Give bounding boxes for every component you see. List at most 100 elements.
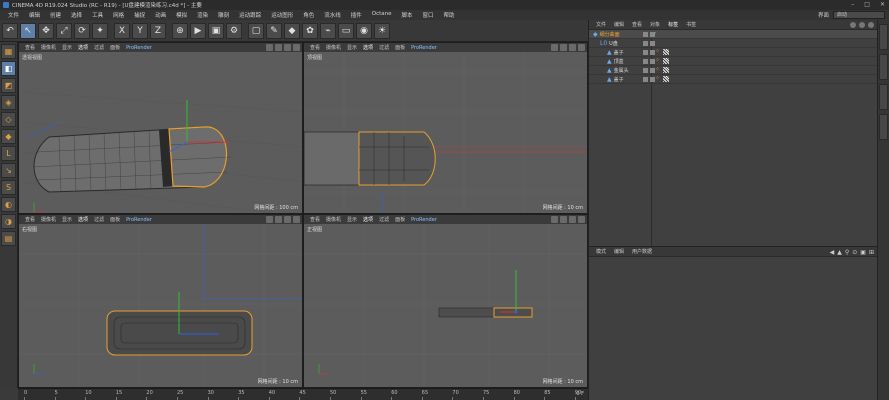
search-icon[interactable]: ⚲ bbox=[845, 249, 849, 256]
object-name[interactable]: 盖子 bbox=[614, 76, 624, 83]
menu-item[interactable]: 模拟 bbox=[171, 11, 192, 19]
back-arrow-icon[interactable]: ◀ bbox=[830, 249, 835, 256]
visibility-flags[interactable] bbox=[643, 67, 655, 73]
phong-tag-icon[interactable]: ⁘ bbox=[655, 49, 661, 55]
viewport-menu-item[interactable]: ProRender bbox=[408, 45, 440, 51]
viewport-menu-item[interactable]: 显示 bbox=[344, 44, 360, 51]
render-settings-icon[interactable]: ⚙ bbox=[226, 22, 242, 39]
viewport-menu-item[interactable]: 摄像机 bbox=[38, 44, 59, 51]
cube-icon[interactable]: ▢ bbox=[248, 22, 264, 39]
object-manager-menu-item[interactable]: 编辑 bbox=[610, 21, 628, 28]
object-manager-menu-item[interactable]: 对象 bbox=[646, 21, 664, 28]
editor-visibility-dot[interactable] bbox=[643, 31, 648, 37]
undo-icon[interactable]: ↶ bbox=[2, 22, 18, 39]
deformer-icon[interactable]: ⌁ bbox=[320, 22, 336, 39]
menu-item[interactable]: 渲染 bbox=[192, 11, 213, 19]
menu-item[interactable]: 网格 bbox=[108, 11, 129, 19]
select-arrow-icon[interactable]: ↖ bbox=[20, 22, 36, 39]
grid-icon[interactable]: ▤ bbox=[1, 231, 16, 246]
render-visibility-dot[interactable] bbox=[650, 40, 655, 46]
object-manager-menu-item[interactable]: 文件 bbox=[592, 21, 610, 28]
viewport-menu-item[interactable]: 查看 bbox=[307, 216, 323, 223]
material-tag-icon[interactable] bbox=[663, 76, 669, 82]
object-row[interactable]: L0 U盘 bbox=[589, 39, 877, 48]
menu-item[interactable]: 流水线 bbox=[319, 11, 346, 19]
usb-body-top[interactable] bbox=[304, 131, 360, 186]
scale-icon[interactable]: ⤢ bbox=[56, 22, 72, 39]
menu-item[interactable]: 脚本 bbox=[397, 11, 418, 19]
object-row[interactable]: ◆ 细分曲面 ✓ bbox=[589, 30, 877, 39]
object-name[interactable]: 金属头 bbox=[614, 67, 629, 74]
viewport-menu-item[interactable]: 过滤 bbox=[376, 216, 392, 223]
viewport-right[interactable]: 查看 摄像机 显示 选项 过滤 面板 ProRender 右视图 网格间距 : 10 cm bbox=[18, 214, 303, 388]
usb-body-mesh[interactable] bbox=[33, 126, 227, 193]
model-mode-icon[interactable]: ◧ bbox=[1, 61, 16, 76]
maximize-button[interactable]: □ bbox=[864, 1, 870, 8]
maximize-view-icon[interactable] bbox=[293, 44, 300, 51]
object-name[interactable]: U盘 bbox=[609, 40, 618, 47]
visibility-flags[interactable] bbox=[643, 58, 655, 64]
viewport-menu-item[interactable]: ProRender bbox=[408, 217, 440, 223]
object-manager-menu-item[interactable]: 书签 bbox=[682, 21, 700, 28]
viewport-menu-item[interactable]: 选项 bbox=[360, 44, 376, 51]
polygons-mode-icon[interactable]: ◆ bbox=[1, 129, 16, 144]
enabled-check-icon[interactable]: ✓ bbox=[653, 31, 657, 37]
pan-icon[interactable] bbox=[551, 216, 558, 223]
maximize-view-icon[interactable] bbox=[293, 216, 300, 223]
axis-mode-icon[interactable]: L bbox=[1, 146, 16, 161]
minimize-button[interactable]: – bbox=[851, 1, 854, 8]
pan-icon[interactable] bbox=[266, 216, 273, 223]
editor-visibility-dot[interactable] bbox=[643, 49, 648, 55]
viewport-menu-item[interactable]: 查看 bbox=[22, 216, 38, 223]
object-name[interactable]: 细分曲面 bbox=[600, 31, 620, 38]
viewport-menu-item[interactable]: 面板 bbox=[392, 44, 408, 51]
viewport-menu-item[interactable]: ProRender bbox=[123, 217, 155, 223]
lock-icon[interactable]: ⊙ bbox=[852, 249, 857, 256]
viewport-menu-item[interactable]: 摄像机 bbox=[323, 216, 344, 223]
render-picture-viewer-icon[interactable]: ▣ bbox=[208, 22, 224, 39]
usb-body-front[interactable] bbox=[438, 307, 498, 318]
new-window-icon[interactable]: ▣ bbox=[860, 249, 866, 256]
editor-visibility-dot[interactable] bbox=[643, 58, 648, 64]
viewport-menu-item[interactable]: 过滤 bbox=[91, 216, 107, 223]
viewport-menu-item[interactable]: 选项 bbox=[75, 44, 91, 51]
menu-item[interactable]: 帮助 bbox=[439, 11, 460, 19]
solo-icon[interactable]: ◐ bbox=[1, 197, 16, 212]
viewport-menu-item[interactable]: 显示 bbox=[344, 216, 360, 223]
zoom-icon[interactable] bbox=[275, 44, 282, 51]
object-row[interactable]: ▲ 金属头 ⁘ bbox=[589, 66, 877, 75]
menu-item[interactable]: 编辑 bbox=[24, 11, 45, 19]
visibility-flags[interactable] bbox=[643, 40, 655, 46]
material-tag-icon[interactable] bbox=[663, 67, 669, 73]
viewport-menu-item[interactable]: 选项 bbox=[360, 216, 376, 223]
viewport-menu-item[interactable]: ProRender bbox=[123, 45, 155, 51]
menu-item[interactable]: 运动跟踪 bbox=[234, 11, 266, 19]
rotate-view-icon[interactable] bbox=[284, 44, 291, 51]
up-arrow-icon[interactable]: ▲ bbox=[837, 249, 842, 256]
menu-item[interactable]: 捕捉 bbox=[129, 11, 150, 19]
tab-content-browser[interactable] bbox=[879, 54, 888, 80]
points-mode-icon[interactable]: ◈ bbox=[1, 95, 16, 110]
phong-tag-icon[interactable]: ⁘ bbox=[655, 76, 661, 82]
object-manager-menu-item[interactable]: 标签 bbox=[664, 21, 682, 28]
menu-item[interactable]: 文件 bbox=[3, 11, 24, 19]
new-window-icon[interactable] bbox=[868, 22, 874, 28]
attribute-menu-item[interactable]: 用户数据 bbox=[628, 248, 656, 255]
editor-visibility-dot[interactable] bbox=[643, 40, 648, 46]
viewport-menu-item[interactable]: 摄像机 bbox=[38, 216, 59, 223]
subdivision-icon[interactable]: ◆ bbox=[284, 22, 300, 39]
menu-item[interactable]: 雕刻 bbox=[213, 11, 234, 19]
menu-item[interactable]: Octane bbox=[367, 11, 397, 19]
maximize-view-icon[interactable] bbox=[578, 44, 585, 51]
maximize-view-icon[interactable] bbox=[578, 216, 585, 223]
zoom-icon[interactable] bbox=[560, 44, 567, 51]
render-view-icon[interactable]: ▶ bbox=[190, 22, 206, 39]
rotate-view-icon[interactable] bbox=[569, 216, 576, 223]
viewport-menu-item[interactable]: 摄像机 bbox=[323, 44, 344, 51]
menu-item[interactable]: 角色 bbox=[298, 11, 319, 19]
tab-structure[interactable] bbox=[879, 84, 888, 110]
attribute-menu-item[interactable]: 模式 bbox=[592, 248, 610, 255]
viewport-menu-item[interactable]: 面板 bbox=[107, 44, 123, 51]
search-icon[interactable] bbox=[850, 22, 856, 28]
attribute-menu-item[interactable]: 编辑 bbox=[610, 248, 628, 255]
